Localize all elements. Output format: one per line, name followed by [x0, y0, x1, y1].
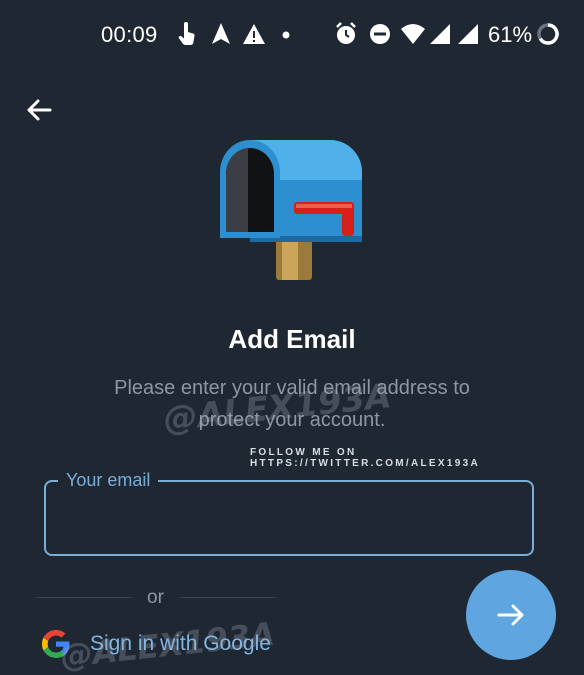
next-button[interactable] [466, 570, 556, 660]
warning-icon [243, 24, 265, 44]
page-subtitle: Please enter your valid email address to… [114, 377, 470, 431]
google-signin-label: Sign in with Google [90, 632, 271, 655]
notification-dot-icon [282, 31, 290, 39]
signal-icon [430, 24, 450, 44]
status-bar: 00:09 61% [0, 0, 584, 70]
battery-icon [537, 23, 559, 45]
page-title: Add Email [228, 324, 356, 354]
email-field[interactable] [44, 480, 534, 556]
touch-icon [178, 22, 195, 46]
arrow-left-icon [27, 99, 52, 121]
mailbox-icon [220, 140, 362, 280]
battery-percent: 61% [488, 22, 533, 47]
back-button[interactable] [20, 90, 60, 130]
email-field-label: Your email [58, 470, 159, 491]
navigation-icon [212, 23, 230, 44]
or-text: or [147, 587, 164, 608]
divider-left [36, 597, 132, 598]
wifi-icon [401, 24, 425, 44]
do-not-disturb-icon [370, 24, 390, 44]
google-icon [42, 630, 70, 658]
follow-text: FOLLOW ME ON HTTPS://TWITTER.COM/ALEX193… [250, 447, 480, 469]
arrow-right-icon [497, 604, 524, 626]
divider-right [180, 597, 276, 598]
signal-icon-2 [458, 24, 478, 44]
status-time: 00:09 [101, 22, 158, 47]
alarm-icon [336, 22, 356, 44]
